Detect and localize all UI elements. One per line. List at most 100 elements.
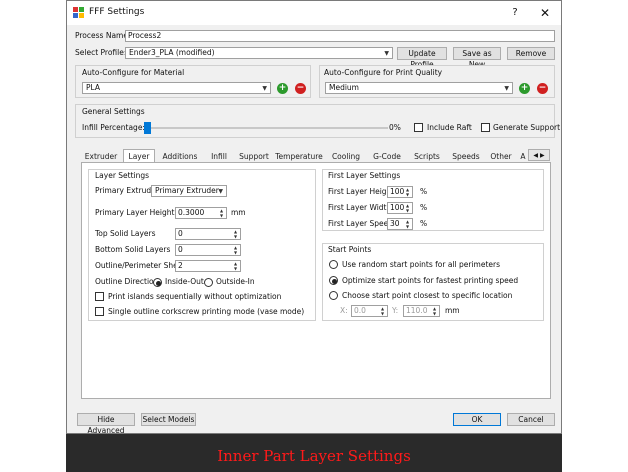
- outside-in-radio[interactable]: [204, 278, 213, 287]
- ok-button[interactable]: OK: [453, 413, 501, 426]
- closest-start-radio[interactable]: [329, 291, 338, 300]
- first-layer-speed-value: 30: [390, 219, 400, 228]
- x-coord-input[interactable]: 0.0 ▲ ▼: [351, 305, 388, 317]
- primary-extruder-value: Primary Extruder: [155, 186, 219, 195]
- select-models-button[interactable]: Select Models: [141, 413, 196, 426]
- tab-extruder[interactable]: Extruder: [81, 151, 121, 162]
- bottom-solid-layers-value: 0: [178, 245, 183, 254]
- first-layer-height-value: 100: [390, 187, 405, 196]
- tab-cooling[interactable]: Cooling: [327, 151, 365, 162]
- outside-in-label: Outside-In: [216, 277, 255, 286]
- primary-layer-height-label: Primary Layer Height: [95, 208, 175, 217]
- optimize-start-radio[interactable]: [329, 276, 338, 285]
- spin-arrows-icon[interactable]: ▲ ▼: [232, 261, 239, 271]
- top-solid-layers-label: Top Solid Layers: [95, 229, 156, 238]
- top-solid-layers-input[interactable]: 0 ▲ ▼: [175, 228, 241, 240]
- y-coord-input[interactable]: 110.0 ▲ ▼: [403, 305, 440, 317]
- tab-g-code[interactable]: G-Code: [369, 151, 405, 162]
- tab-layer[interactable]: Layer: [123, 149, 155, 163]
- shells-label: Outline/Perimeter Shells: [95, 261, 186, 270]
- help-button[interactable]: ?: [503, 5, 527, 21]
- x-coord-label: X:: [340, 306, 348, 315]
- infill-percentage-label: Infill Percentage:: [82, 123, 145, 132]
- material-select-value: PLA: [86, 83, 101, 92]
- general-settings-title: General Settings: [82, 107, 145, 116]
- tab-scroll-arrows[interactable]: ◀ ▶: [528, 149, 550, 161]
- material-select[interactable]: PLA ▼: [82, 82, 271, 94]
- spin-arrows-icon[interactable]: ▲ ▼: [232, 245, 239, 255]
- first-layer-height-input[interactable]: 100 ▲ ▼: [387, 186, 413, 198]
- cancel-button[interactable]: Cancel: [507, 413, 555, 426]
- hide-advanced-button[interactable]: Hide Advanced: [77, 413, 135, 435]
- outline-direction-label: Outline Direction:: [95, 277, 161, 286]
- material-group-title: Auto-Configure for Material: [82, 68, 185, 77]
- first-layer-width-label: First Layer Width: [328, 203, 392, 212]
- shells-value: 2: [178, 261, 183, 270]
- start-points-title: Start Points: [328, 245, 372, 254]
- tab-temperature[interactable]: Temperature: [275, 151, 323, 162]
- first-layer-height-label: First Layer Height: [328, 187, 395, 196]
- process-name-input[interactable]: Process2: [125, 30, 555, 42]
- remove-quality-button[interactable]: −: [537, 83, 548, 94]
- spin-arrows-icon[interactable]: ▲ ▼: [404, 219, 411, 229]
- coord-unit: mm: [445, 306, 460, 315]
- primary-layer-height-input[interactable]: 0.3000 ▲ ▼: [175, 207, 227, 219]
- remove-material-button[interactable]: −: [295, 83, 306, 94]
- closest-start-label: Choose start point closest to specific l…: [342, 291, 513, 300]
- spin-arrows-icon[interactable]: ▲ ▼: [218, 208, 225, 218]
- single-outline-checkbox[interactable]: [95, 307, 104, 316]
- first-layer-speed-input[interactable]: 30 ▲ ▼: [387, 218, 413, 230]
- chevron-down-icon: ▼: [218, 188, 223, 195]
- print-islands-label: Print islands sequentially without optim…: [108, 292, 282, 301]
- primary-layer-height-value: 0.3000: [178, 208, 205, 217]
- app-icon: [73, 7, 84, 18]
- title-bar: FFF Settings ? ✕: [67, 1, 561, 25]
- spin-arrows-icon[interactable]: ▲ ▼: [379, 306, 386, 316]
- infill-percentage-value: 0%: [389, 123, 401, 132]
- spin-arrows-icon[interactable]: ▲ ▼: [404, 187, 411, 197]
- first-layer-width-input[interactable]: 100 ▲ ▼: [387, 202, 413, 214]
- spin-arrows-icon[interactable]: ▲ ▼: [232, 229, 239, 239]
- quality-group: Auto-Configure for Print Quality Medium …: [319, 65, 555, 98]
- spin-arrows-icon[interactable]: ▲ ▼: [431, 306, 438, 316]
- optimize-start-label: Optimize start points for fastest printi…: [342, 276, 519, 285]
- infill-slider-track[interactable]: [146, 127, 388, 129]
- bottom-solid-layers-input[interactable]: 0 ▲ ▼: [175, 244, 241, 256]
- primary-extruder-select[interactable]: Primary Extruder ▼: [151, 185, 227, 197]
- chevron-down-icon: ▼: [504, 85, 509, 92]
- shells-input[interactable]: 2 ▲ ▼: [175, 260, 241, 272]
- first-layer-speed-unit: %: [420, 219, 428, 228]
- first-layer-height-unit: %: [420, 187, 428, 196]
- tab-speeds[interactable]: Speeds: [449, 151, 483, 162]
- inside-out-radio[interactable]: [153, 278, 162, 287]
- random-start-radio[interactable]: [329, 260, 338, 269]
- profile-select-value: Ender3_PLA (modified): [129, 48, 215, 57]
- spin-arrows-icon[interactable]: ▲ ▼: [404, 203, 411, 213]
- generate-support-checkbox[interactable]: [481, 123, 490, 132]
- first-layer-group: First Layer Settings First Layer Height …: [322, 169, 544, 231]
- include-raft-checkbox[interactable]: [414, 123, 423, 132]
- profile-select[interactable]: Ender3_PLA (modified) ▼: [125, 47, 393, 59]
- tab-scripts[interactable]: Scripts: [409, 151, 445, 162]
- bottom-solid-layers-label: Bottom Solid Layers: [95, 245, 171, 254]
- tab-support[interactable]: Support: [237, 151, 271, 162]
- tab-other[interactable]: Other: [487, 151, 515, 162]
- update-profile-button[interactable]: Update Profile: [397, 47, 447, 69]
- tab-infill[interactable]: Infill: [205, 151, 233, 162]
- tab-additions[interactable]: Additions: [159, 151, 201, 162]
- infill-slider-handle[interactable]: [144, 122, 151, 134]
- material-group: Auto-Configure for Material PLA ▼ + −: [75, 65, 311, 98]
- quality-select[interactable]: Medium ▼: [325, 82, 513, 94]
- quality-select-value: Medium: [329, 83, 359, 92]
- add-material-button[interactable]: +: [277, 83, 288, 94]
- print-islands-checkbox[interactable]: [95, 292, 104, 301]
- process-name-label: Process Name:: [75, 31, 131, 40]
- close-icon[interactable]: ✕: [533, 5, 557, 21]
- save-as-new-button[interactable]: Save as New: [453, 47, 501, 69]
- add-quality-button[interactable]: +: [519, 83, 530, 94]
- remove-profile-button[interactable]: Remove: [507, 47, 555, 60]
- tab-a[interactable]: A: [518, 151, 528, 162]
- layer-settings-title: Layer Settings: [95, 171, 150, 180]
- chevron-down-icon: ▼: [384, 50, 389, 57]
- fff-settings-dialog: FFF Settings ? ✕ Process Name: Process2 …: [66, 0, 562, 435]
